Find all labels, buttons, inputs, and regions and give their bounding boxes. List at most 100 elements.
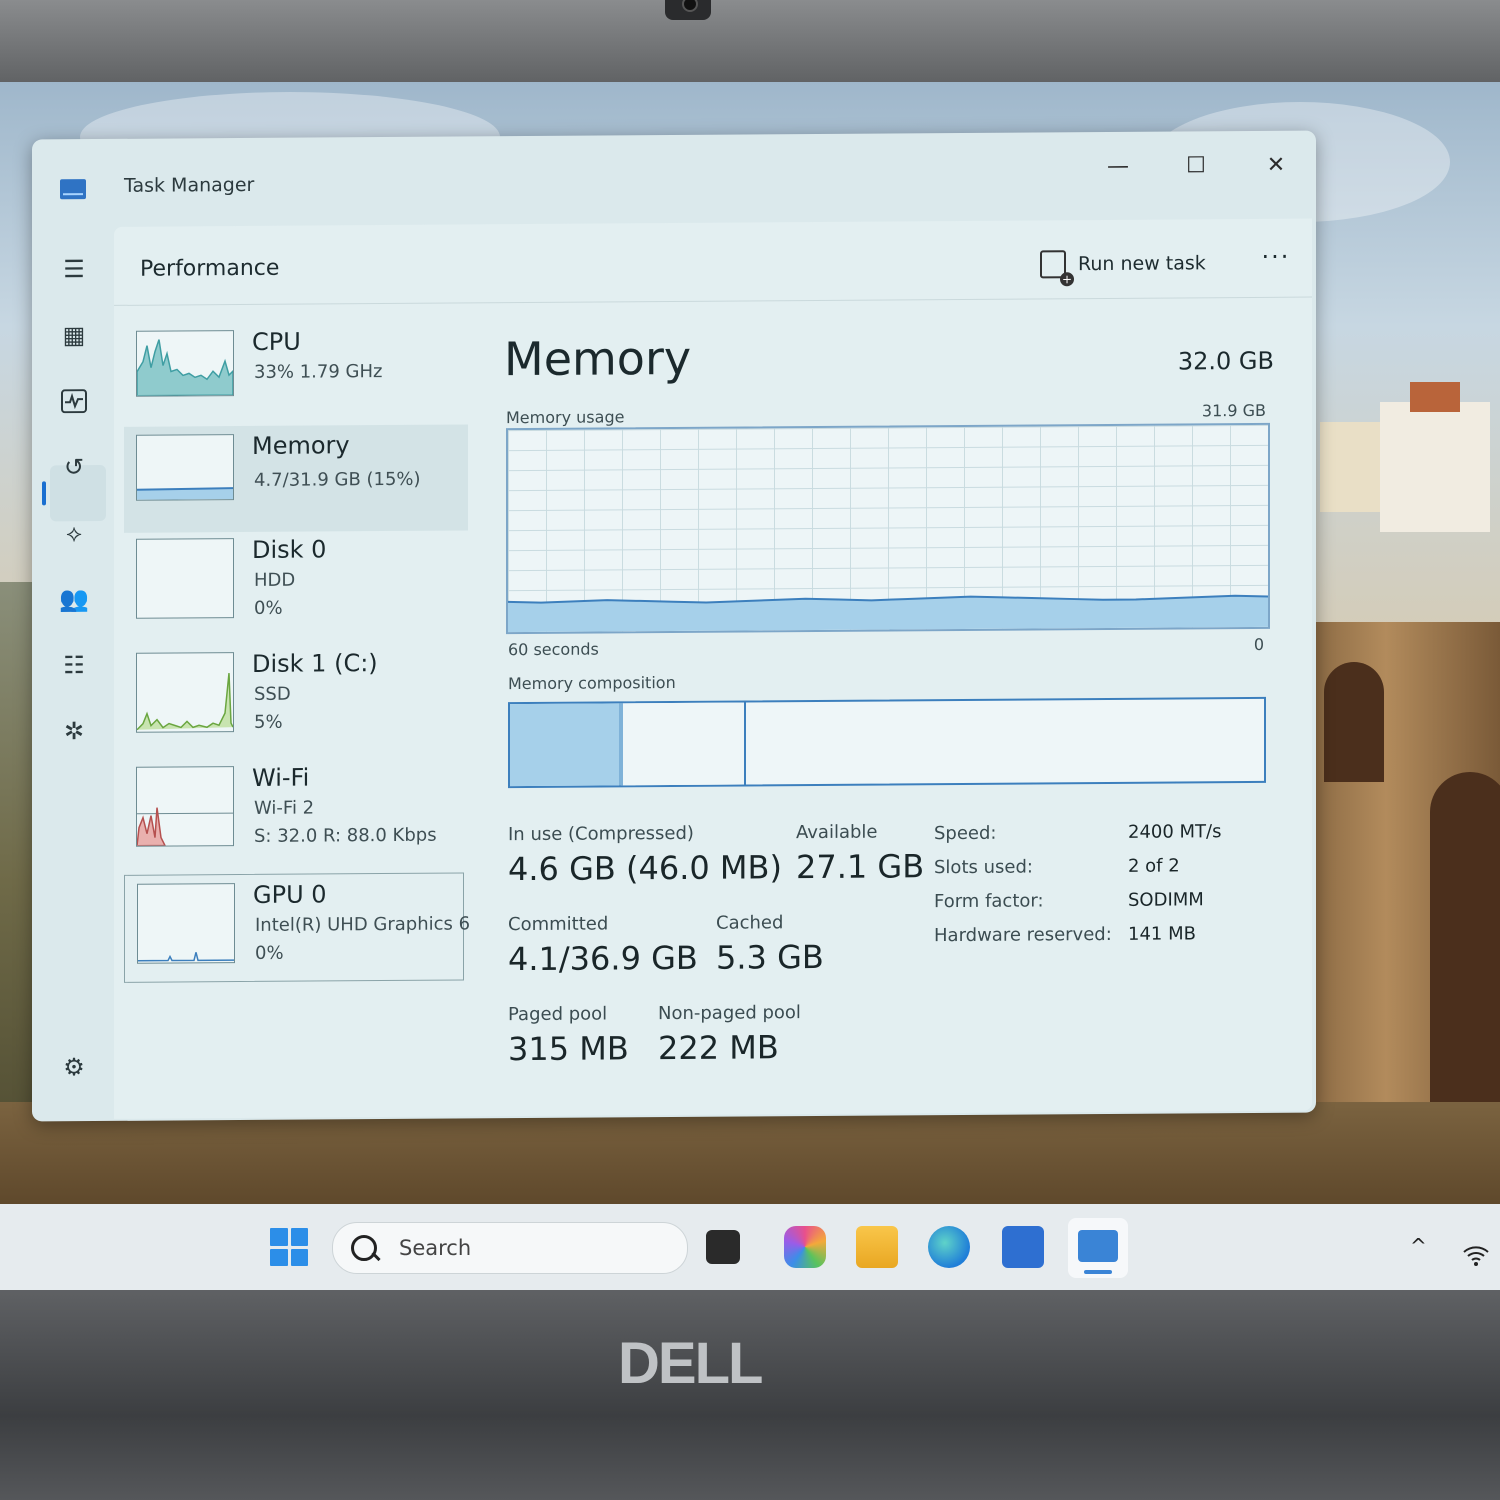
composition-standby	[623, 702, 746, 786]
gpu-thumbnail-graph	[137, 883, 235, 964]
in-use-label: In use (Compressed)	[508, 822, 694, 846]
spec-speed-label: Speed:	[934, 822, 997, 845]
detail-title: Memory	[504, 330, 692, 387]
task-manager-window: Task Manager — ☐ ✕ ☰ ▦ ↺ ⟡ 👥 ☷ ✲ ⚙ Perfo…	[32, 130, 1316, 1122]
dell-logo: DELL	[618, 1331, 763, 1396]
device-stat: 0%	[255, 942, 284, 964]
non-paged-pool-value: 222 MB	[658, 1028, 779, 1068]
available-label: Available	[796, 821, 878, 844]
device-type: HDD	[254, 569, 296, 591]
users-icon[interactable]: 👥	[56, 581, 92, 617]
minimize-button[interactable]: —	[1090, 144, 1146, 188]
paged-pool-value: 315 MB	[508, 1029, 629, 1069]
wifi-icon[interactable]	[1462, 1244, 1490, 1271]
nav-rail: ☰ ▦ ↺ ⟡ 👥 ☷ ✲ ⚙	[32, 229, 114, 1120]
committed-label: Committed	[508, 913, 609, 936]
run-new-task-button[interactable]: Run new task	[1040, 243, 1206, 284]
memory-usage-graph	[506, 422, 1270, 635]
startup-apps-icon[interactable]: ⟡	[56, 515, 92, 551]
device-model: Intel(R) UHD Graphics 6	[255, 913, 471, 936]
device-disk-1[interactable]: Disk 1 (C:) SSD 5%	[124, 642, 468, 750]
performance-pane: Performance Run new task ··· CPU 33% 1.7…	[114, 218, 1312, 1119]
device-disk-0[interactable]: Disk 0 HDD 0%	[124, 528, 468, 636]
spec-form-factor-label: Form factor:	[934, 890, 1044, 913]
app-history-icon[interactable]: ↺	[56, 449, 92, 485]
taskbar-search-box[interactable]: Search	[332, 1222, 688, 1274]
services-icon[interactable]: ✲	[56, 713, 92, 749]
microsoft-store-icon[interactable]	[1002, 1226, 1044, 1268]
search-icon	[351, 1235, 377, 1261]
cached-label: Cached	[716, 912, 784, 934]
composition-label: Memory composition	[508, 672, 676, 694]
device-name: Disk 1 (C:)	[252, 649, 378, 678]
graph-time-left: 60 seconds	[508, 639, 599, 660]
task-manager-icon	[60, 179, 86, 200]
wifi-thumbnail-graph	[136, 766, 234, 847]
details-icon[interactable]: ☷	[56, 647, 92, 683]
close-button[interactable]: ✕	[1248, 143, 1304, 187]
edge-browser-icon[interactable]	[928, 1226, 970, 1268]
device-name: CPU	[252, 327, 301, 356]
device-stat: 5%	[254, 711, 283, 733]
spec-hardware-reserved-label: Hardware reserved:	[934, 923, 1112, 947]
spec-slots-value: 2 of 2	[1128, 855, 1180, 877]
device-name: Disk 0	[252, 535, 327, 564]
spec-speed-value: 2400 MT/s	[1128, 821, 1222, 843]
device-wifi[interactable]: Wi-Fi Wi-Fi 2 S: 32.0 R: 88.0 Kbps	[124, 756, 468, 864]
graph-time-right: 0	[1253, 634, 1264, 654]
settings-gear-icon[interactable]: ⚙	[56, 1049, 92, 1085]
page-title: Performance	[140, 255, 280, 282]
device-name: Memory	[252, 431, 350, 460]
usage-graph-label: Memory usage	[506, 407, 625, 428]
memory-detail: Memory 32.0 GB Memory usage 31.9 GB 60 s…	[504, 309, 1274, 1068]
pane-header: Performance Run new task ···	[114, 218, 1312, 306]
device-stat: 33% 1.79 GHz	[254, 361, 383, 383]
in-use-value: 4.6 GB (46.0 MB)	[508, 848, 782, 889]
hamburger-menu-icon[interactable]: ☰	[56, 251, 92, 287]
task-manager-taskbar-icon	[1078, 1230, 1118, 1262]
nav-active-indicator	[42, 481, 46, 506]
laptop-bezel-top	[0, 0, 1500, 90]
available-value: 27.1 GB	[796, 847, 925, 887]
disk1-thumbnail-graph	[136, 652, 234, 733]
usage-graph-max: 31.9 GB	[1201, 400, 1266, 421]
disk0-thumbnail-graph	[136, 538, 234, 619]
windows-start-icon[interactable]	[270, 1228, 308, 1266]
memory-thumbnail-graph	[136, 434, 234, 501]
run-task-icon	[1040, 250, 1066, 279]
processes-icon[interactable]: ▦	[56, 317, 92, 353]
device-stat: S: 32.0 R: 88.0 Kbps	[254, 824, 437, 847]
device-gpu-0[interactable]: GPU 0 Intel(R) UHD Graphics 6 0%	[124, 872, 470, 983]
webcam-icon	[665, 0, 711, 20]
task-view-icon[interactable]	[706, 1230, 740, 1264]
copilot-icon[interactable]	[784, 1226, 826, 1268]
cached-value: 5.3 GB	[716, 937, 824, 977]
device-name: Wi-Fi	[252, 763, 310, 792]
cpu-thumbnail-graph	[136, 330, 234, 397]
device-adapter: Wi-Fi 2	[254, 797, 315, 819]
spec-form-factor-value: SODIMM	[1128, 889, 1204, 911]
performance-icon[interactable]	[56, 383, 92, 419]
device-memory[interactable]: Memory 4.7/31.9 GB (15%)	[124, 424, 468, 533]
device-stat: 0%	[254, 597, 283, 619]
search-placeholder: Search	[399, 1236, 472, 1260]
paged-pool-label: Paged pool	[508, 1003, 608, 1026]
non-paged-pool-label: Non-paged pool	[658, 1002, 801, 1025]
maximize-button[interactable]: ☐	[1168, 143, 1224, 187]
more-options-button[interactable]: ···	[1254, 237, 1298, 277]
memory-composition-bar	[508, 696, 1266, 789]
device-stat: 4.7/31.9 GB (15%)	[254, 468, 421, 491]
file-explorer-icon[interactable]	[856, 1226, 898, 1268]
task-manager-taskbar-active[interactable]	[1068, 1218, 1128, 1278]
tray-chevron-icon[interactable]: ^	[1410, 1234, 1427, 1258]
window-title: Task Manager	[124, 173, 255, 197]
spec-hardware-reserved-value: 141 MB	[1128, 923, 1196, 945]
composition-in-use	[510, 703, 622, 787]
spec-slots-label: Slots used:	[934, 856, 1033, 879]
device-name: GPU 0	[253, 880, 327, 909]
device-list: CPU 33% 1.79 GHz Memory 4.7/31.9 GB (15%…	[124, 320, 470, 983]
committed-value: 4.1/36.9 GB	[508, 938, 698, 979]
title-bar: Task Manager — ☐ ✕	[32, 131, 1316, 230]
device-cpu[interactable]: CPU 33% 1.79 GHz	[124, 320, 468, 428]
taskbar: Search ^	[0, 1204, 1500, 1294]
